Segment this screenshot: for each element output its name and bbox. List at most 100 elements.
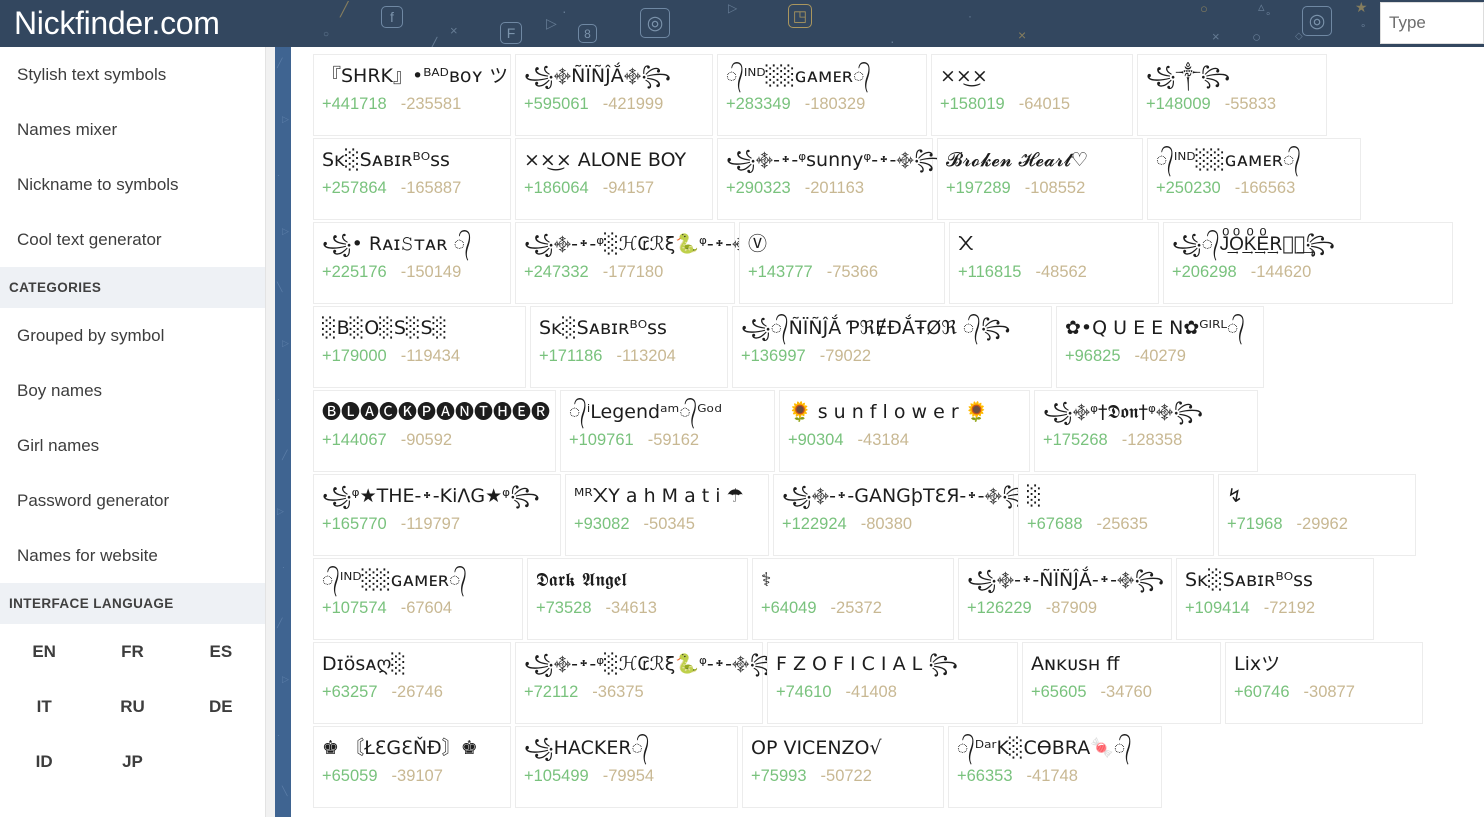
upvote-count[interactable]: +96825: [1065, 345, 1121, 367]
upvote-count[interactable]: +109761: [569, 429, 634, 451]
upvote-count[interactable]: +148009: [1146, 93, 1211, 115]
upvote-count[interactable]: +247332: [524, 261, 589, 283]
downvote-count[interactable]: -50345: [644, 513, 695, 535]
nickname-card[interactable]: Ⓥ+143777-75366: [739, 222, 945, 304]
nickname-card[interactable]: ꧁• Rᴀɪ𝚂ᴛᴀʀ ᭄+225176-150149: [313, 222, 511, 304]
downvote-count[interactable]: -41748: [1027, 765, 1078, 787]
downvote-count[interactable]: -144620: [1251, 261, 1312, 283]
language-option-5[interactable]: DE: [177, 679, 265, 734]
search-box[interactable]: [1380, 2, 1484, 44]
nickname-card[interactable]: ᭄ⁱLegendᵃᵐ᭄ᴳᵒᵈ+109761-59162: [560, 390, 775, 472]
sidebar-category-0[interactable]: Grouped by symbol: [0, 308, 265, 363]
upvote-count[interactable]: +197289: [946, 177, 1011, 199]
upvote-count[interactable]: +136997: [741, 345, 806, 367]
language-option-3[interactable]: IT: [0, 679, 88, 734]
nickname-card[interactable]: ᴹᴿ᙭Y a h M a t i ☂+93082-50345: [565, 474, 769, 556]
nickname-card[interactable]: ××͜× ALONE BOY+186064-94157: [515, 138, 713, 220]
upvote-count[interactable]: +165770: [322, 513, 387, 535]
downvote-count[interactable]: -59162: [648, 429, 699, 451]
language-option-0[interactable]: EN: [0, 624, 88, 679]
upvote-count[interactable]: +105499: [524, 765, 589, 787]
nickname-card[interactable]: 🅑🅛🅐🅒🅚🅟🅐🅝🅣🅗🅔🅡+144067-90592: [313, 390, 556, 472]
downvote-count[interactable]: -48562: [1035, 261, 1086, 283]
downvote-count[interactable]: -128358: [1122, 429, 1183, 451]
downvote-count[interactable]: -113204: [616, 345, 675, 367]
nickname-card[interactable]: ♚ 〘ŁƐGƐŇĐ〙♚+65059-39107: [313, 726, 511, 808]
downvote-count[interactable]: -235581: [401, 93, 462, 115]
downvote-count[interactable]: -108552: [1025, 177, 1086, 199]
downvote-count[interactable]: -50722: [821, 765, 872, 787]
upvote-count[interactable]: +65059: [322, 765, 378, 787]
downvote-count[interactable]: -94157: [603, 177, 654, 199]
upvote-count[interactable]: +63257: [322, 681, 378, 703]
nickname-card[interactable]: ᭄ᴰᵃʳK░CѲBRA🍬᭄+66353-41748: [948, 726, 1162, 808]
upvote-count[interactable]: +186064: [524, 177, 589, 199]
downvote-count[interactable]: -180329: [805, 93, 866, 115]
nickname-card[interactable]: Sᴋ░Sᴀʙɪʀᴮᴼss+109414-72192: [1176, 558, 1374, 640]
downvote-count[interactable]: -55833: [1225, 93, 1276, 115]
nickname-card[interactable]: ꧁࿇-᛭-ÑÏÑĴẮ-᛭-࿇꧂+126229-87909: [958, 558, 1172, 640]
upvote-count[interactable]: +206298: [1172, 261, 1237, 283]
downvote-count[interactable]: -64015: [1019, 93, 1070, 115]
nickname-card[interactable]: 『SHRK』•ᴮᴬᴰʙᴏʏ ツ+441718-235581: [313, 54, 511, 136]
nickname-card[interactable]: Sᴋ░Sᴀʙɪʀᴮᴼss+257864-165887: [313, 138, 511, 220]
nickname-card[interactable]: ꧁HACKER᭄+105499-79954: [515, 726, 738, 808]
nickname-card[interactable]: ꧁࿇ᵠ†𝕯𝖔𝖓†ᵠ࿇꧂+175268-128358: [1034, 390, 1258, 472]
downvote-count[interactable]: -36375: [592, 681, 643, 703]
downvote-count[interactable]: -87909: [1046, 597, 1097, 619]
nickname-card[interactable]: ꧁࿇ÑÏÑĴẮ࿇꧂+595061-421999: [515, 54, 713, 136]
language-option-4[interactable]: RU: [88, 679, 176, 734]
nickname-card[interactable]: ꧁࿇-᛭-ᵠ░ℋ₢ℛξ🐍ᵠ-᛭-࿇꧂+247332-177180: [515, 222, 735, 304]
nickname-card[interactable]: ✿•Q U E E N✿ᴳᴵᴿᴸ᭄+96825-40279: [1056, 306, 1264, 388]
upvote-count[interactable]: +158019: [940, 93, 1005, 115]
downvote-count[interactable]: -119797: [401, 513, 460, 535]
nickname-card[interactable]: Aɴᴋᴜsʜ ff+65605-34760: [1022, 642, 1221, 724]
nickname-card[interactable]: ꧁࿇-᛭-ᵠ░ℋ₢ℛξ🐍ᵠ-᛭-࿇꧂+72112-36375: [515, 642, 763, 724]
upvote-count[interactable]: +66353: [957, 765, 1013, 787]
upvote-count[interactable]: +109414: [1185, 597, 1250, 619]
downvote-count[interactable]: -30877: [1304, 681, 1355, 703]
sidebar-category-4[interactable]: Names for website: [0, 528, 265, 583]
language-option-2[interactable]: ES: [177, 624, 265, 679]
language-option-6[interactable]: ID: [0, 734, 88, 789]
downvote-count[interactable]: -72192: [1264, 597, 1315, 619]
upvote-count[interactable]: +122924: [782, 513, 847, 535]
downvote-count[interactable]: -25635: [1097, 513, 1148, 535]
downvote-count[interactable]: -29962: [1297, 513, 1348, 535]
downvote-count[interactable]: -39107: [392, 765, 443, 787]
nickname-card[interactable]: ᭄ᴵᴺᴰ░░ɢᴀᴍᴇʀ᭄+250230-166563: [1147, 138, 1361, 220]
nickname-card[interactable]: ꧁࿇-᛭-GANGϸTƐЯ-᛭-࿇꧂+122924-80380: [773, 474, 1014, 556]
nickname-card[interactable]: ░+67688-25635: [1018, 474, 1214, 556]
sidebar-item-3[interactable]: Cool text generator: [0, 212, 265, 267]
sidebar-scrollbar-track[interactable]: [266, 47, 275, 817]
sidebar-item-0[interactable]: Stylish text symbols: [0, 47, 265, 102]
nickname-card[interactable]: Dɪӧsᴀღ░+63257-26746: [313, 642, 511, 724]
upvote-count[interactable]: +257864: [322, 177, 387, 199]
nickname-card[interactable]: F Z O F I C I A L ꧂+74610-41408: [767, 642, 1018, 724]
upvote-count[interactable]: +71968: [1227, 513, 1283, 535]
downvote-count[interactable]: -201163: [805, 177, 864, 199]
sidebar-category-2[interactable]: Girl names: [0, 418, 265, 473]
downvote-count[interactable]: -90592: [401, 429, 452, 451]
search-input[interactable]: [1381, 3, 1483, 43]
upvote-count[interactable]: +72112: [524, 681, 578, 703]
sidebar-item-1[interactable]: Names mixer: [0, 102, 265, 157]
nickname-card[interactable]: Sᴋ░Sᴀʙɪʀᴮᴼss+171186-113204: [530, 306, 728, 388]
nickname-card[interactable]: ꧁ᵠ★THE-᛭-KiΛG★ᵠ꧂+165770-119797: [313, 474, 561, 556]
upvote-count[interactable]: +75993: [751, 765, 807, 787]
nickname-card[interactable]: ꧁࿇-᛭-ᵠsunnyᵠ-᛭-࿇꧂+290323-201163: [717, 138, 933, 220]
downvote-count[interactable]: -79022: [820, 345, 871, 367]
downvote-count[interactable]: -75366: [827, 261, 878, 283]
downvote-count[interactable]: -43184: [858, 429, 909, 451]
downvote-count[interactable]: -79954: [603, 765, 654, 787]
downvote-count[interactable]: -40279: [1135, 345, 1186, 367]
upvote-count[interactable]: +225176: [322, 261, 387, 283]
nickname-card[interactable]: ᭄ᴵᴺᴰ░░ɢᴀᴍᴇʀ᭄+283349-180329: [717, 54, 927, 136]
upvote-count[interactable]: +179000: [322, 345, 387, 367]
upvote-count[interactable]: +67688: [1027, 513, 1083, 535]
nickname-card[interactable]: ᙭+116815-48562: [949, 222, 1159, 304]
downvote-count[interactable]: -177180: [603, 261, 664, 283]
nickname-card[interactable]: ꧁᭄Jͦ͢Oͦ͢Kͦ͢Eͦ͢R᭄ͦ͢꧂+206298-144620: [1163, 222, 1453, 304]
site-logo[interactable]: Nickfinder.com: [14, 5, 220, 42]
nickname-card[interactable]: OP VICENZO√+75993-50722: [742, 726, 944, 808]
